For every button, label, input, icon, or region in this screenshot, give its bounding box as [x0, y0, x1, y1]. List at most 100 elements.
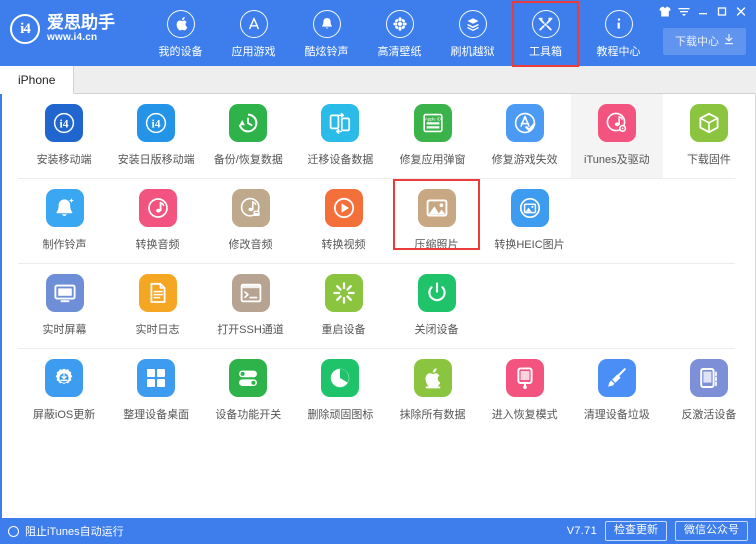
tool-item-label: 抹除所有数据	[400, 406, 466, 422]
skin-icon[interactable]	[656, 4, 673, 19]
tool-item-label: 打开SSH通道	[217, 321, 284, 337]
box-arrow-icon	[459, 10, 487, 38]
tool-item[interactable]: iTunes及驱动	[571, 94, 663, 179]
tool-item[interactable]: 压缩照片	[390, 179, 483, 264]
maximize-icon[interactable]	[713, 4, 730, 19]
tool-item-label: 整理设备桌面	[123, 406, 189, 422]
svg-text:i4: i4	[152, 118, 161, 130]
app-window: i4 爱思助手 www.i4.cn 我的设备 应用游戏 酷炫铃声高清壁纸刷机越狱 工具…	[0, 0, 756, 544]
tool-item[interactable]: 抹除所有数据	[387, 349, 479, 434]
tool-item-label: 清理设备垃圾	[584, 406, 650, 422]
tool-item[interactable]: 反激活设备	[663, 349, 755, 434]
i4-dark-icon: i4	[45, 104, 83, 142]
toolbox-row: i4 安装移动端 i4安装日版移动端备份/恢复数据迁移设备数据Apple ID修复应…	[2, 94, 755, 179]
phone-deact-icon	[690, 359, 728, 397]
tool-item[interactable]: 进入恢复模式	[479, 349, 571, 434]
tool-item[interactable]: 删除顽固图标	[294, 349, 386, 434]
cube-icon	[690, 104, 728, 142]
itunes-gear-icon	[598, 104, 636, 142]
tool-item[interactable]: 备份/恢复数据	[202, 94, 294, 179]
nav-item-label: 工具箱	[529, 43, 562, 59]
tool-item[interactable]: 整理设备桌面	[110, 349, 202, 434]
tool-item-label: 反激活设备	[681, 406, 736, 422]
nav-item-4[interactable]: 高清壁纸	[363, 0, 436, 66]
minimize-icon[interactable]	[694, 4, 711, 19]
tool-item[interactable]: 实时日志	[111, 264, 204, 349]
block-itunes-toggle[interactable]: 阻止iTunes自动运行	[8, 523, 124, 539]
restart-icon	[325, 274, 363, 312]
tool-item[interactable]: 实时屏幕	[18, 264, 111, 349]
play-icon	[325, 189, 363, 227]
tool-item[interactable]: 修复游戏失效	[479, 94, 571, 179]
image-icon	[418, 189, 456, 227]
flower-icon	[386, 10, 414, 38]
close-icon[interactable]	[732, 4, 749, 19]
tool-item[interactable]: Apple ID修复应用弹窗	[387, 94, 479, 179]
menu-icon[interactable]	[675, 4, 692, 19]
toolbox-row: 屏蔽iOS更新 整理设备桌面设备功能开关删除顽固图标 抹除所有数据进入恢复模式清理设…	[2, 349, 755, 434]
wechat-official-button[interactable]: 微信公众号	[675, 521, 748, 542]
main-nav: 我的设备 应用游戏 酷炫铃声高清壁纸刷机越狱 工具箱 教程中心	[144, 0, 655, 66]
monitor-icon	[46, 274, 84, 312]
tool-item-label: 修复游戏失效	[492, 151, 558, 167]
tool-item[interactable]: 关闭设备	[390, 264, 483, 349]
document-icon	[139, 274, 177, 312]
bell-star-icon	[46, 189, 84, 227]
pie-icon	[321, 359, 359, 397]
download-center-button[interactable]: 下载中心	[663, 28, 746, 55]
block-itunes-label: 阻止iTunes自动运行	[25, 523, 124, 539]
tool-item[interactable]: 转换视频	[297, 179, 390, 264]
tool-item[interactable]: 设备功能开关	[202, 349, 294, 434]
brand-logo: i4 爱思助手 www.i4.cn	[0, 0, 130, 44]
tool-item-label: 屏蔽iOS更新	[33, 406, 95, 422]
tool-item[interactable]: 清理设备垃圾	[571, 349, 663, 434]
tool-item-label: 转换视频	[322, 236, 366, 252]
tool-item-label: 转换音频	[136, 236, 180, 252]
tool-item-label: 删除顽固图标	[307, 406, 373, 422]
nav-item-2[interactable]: 应用游戏	[217, 0, 290, 66]
tool-item[interactable]: 修改音频	[204, 179, 297, 264]
nav-item-5[interactable]: 刷机越狱	[436, 0, 509, 66]
tool-item-label: iTunes及驱动	[584, 151, 650, 167]
nav-item-label: 酷炫铃声	[305, 43, 349, 59]
nav-item-3[interactable]: 酷炫铃声	[290, 0, 363, 66]
tool-item[interactable]: 屏蔽iOS更新	[18, 349, 110, 434]
appstore-icon	[240, 10, 268, 38]
nav-item-label: 刷机越狱	[451, 43, 495, 59]
download-icon	[724, 34, 734, 48]
brand-name: 爱思助手	[47, 14, 115, 32]
window-controls	[656, 4, 749, 19]
tool-item[interactable]: 转换音频	[111, 179, 204, 264]
toolbox-grid: i4 安装移动端 i4安装日版移动端备份/恢复数据迁移设备数据Apple ID修复应…	[0, 94, 756, 518]
tool-item[interactable]: i4安装日版移动端	[110, 94, 202, 179]
check-update-button[interactable]: 检查更新	[605, 521, 667, 542]
tool-item[interactable]: 下载固件	[663, 94, 755, 179]
tab-strip: iPhone	[0, 66, 756, 94]
tool-item[interactable]: i4 安装移动端	[18, 94, 110, 179]
tool-item-label: 修复应用弹窗	[400, 151, 466, 167]
tools-icon	[532, 10, 560, 38]
nav-item-label: 教程中心	[597, 43, 641, 59]
tool-item[interactable]: 转换HEIC图片	[483, 179, 576, 264]
version-label: V7.71	[567, 525, 597, 537]
music-edit-icon	[232, 189, 270, 227]
nav-item-6[interactable]: 工具箱	[509, 0, 582, 66]
nav-item-label: 我的设备	[159, 43, 203, 59]
tool-item-label: 重启设备	[322, 321, 366, 337]
tool-item[interactable]: 迁移设备数据	[294, 94, 386, 179]
tool-item[interactable]: 重启设备	[297, 264, 390, 349]
power-icon	[418, 274, 456, 312]
nav-item-1[interactable]: 我的设备	[144, 0, 217, 66]
tool-item-label: 安装移动端	[37, 151, 92, 167]
grid-icon	[137, 359, 175, 397]
tool-item[interactable]: 打开SSH通道	[204, 264, 297, 349]
radio-icon	[8, 526, 19, 537]
nav-item-label: 应用游戏	[232, 43, 276, 59]
tab-iphone[interactable]: iPhone	[0, 66, 74, 94]
migrate-icon	[321, 104, 359, 142]
tool-item[interactable]: 制作铃声	[18, 179, 111, 264]
appstore-check-icon	[506, 104, 544, 142]
toolbox-row: 实时屏幕实时日志打开SSH通道 重启设备 关闭设备	[2, 264, 755, 349]
brand-text: 爱思助手 www.i4.cn	[47, 14, 115, 43]
nav-item-7[interactable]: 教程中心	[582, 0, 655, 66]
